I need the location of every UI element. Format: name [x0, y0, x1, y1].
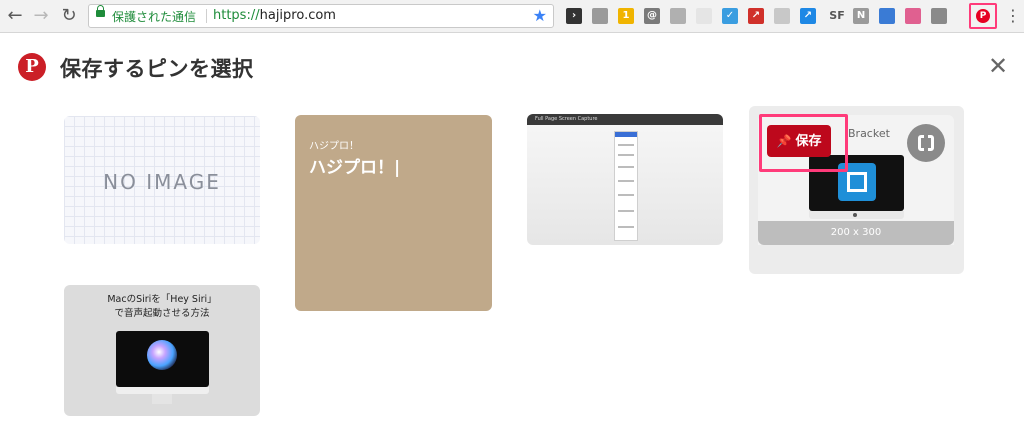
badge-ext-icon[interactable]: 1 — [618, 8, 634, 24]
pushpin-icon: 📌 — [776, 134, 792, 148]
page-line — [618, 180, 634, 182]
capture-title-bar: Full Page Screen Capture — [527, 114, 723, 125]
sf-ext-icon[interactable]: SF — [826, 8, 848, 24]
hajipro-big-text: ハジプロ！| — [309, 158, 401, 178]
share-ext-icon[interactable]: ↗ — [800, 8, 816, 24]
back-arrow-icon[interactable]: ← — [4, 5, 26, 27]
url-text[interactable]: https://hajipro.com — [213, 8, 336, 23]
check-ext-icon[interactable]: ✓ — [722, 8, 738, 24]
tag-ext-icon[interactable] — [879, 8, 895, 24]
no-image-label: NO IMAGE — [103, 170, 221, 194]
page-line — [618, 166, 634, 168]
page-line — [618, 144, 634, 146]
address-bar[interactable]: 保護された通信 https://hajipro.com ★ — [88, 4, 554, 28]
lock-icon — [96, 5, 105, 17]
page-line — [618, 194, 634, 196]
page-line — [618, 226, 634, 228]
browser-toolbar: ← → ↻ 保護された通信 https://hajipro.com ★ › 1 @ ✓… — [0, 0, 1024, 33]
pin-card-siri[interactable]: MacのSiriを「Hey Siri」 で音声起動させる方法 — [64, 285, 260, 416]
camera-ext-icon[interactable] — [931, 8, 947, 24]
pinterest-extension-highlight — [969, 3, 997, 29]
page-line — [618, 210, 634, 212]
pinterest-extension-icon[interactable] — [976, 9, 990, 23]
capture-title: Full Page Screen Capture — [535, 116, 598, 122]
arrow-ext-icon[interactable]: ↗ — [748, 8, 764, 24]
bracket-label: Bracket — [848, 127, 890, 140]
chat-ext-icon[interactable] — [774, 8, 790, 24]
bookmark-star-icon[interactable]: ★ — [533, 6, 547, 25]
omnibox-divider — [206, 9, 207, 23]
imac-stand — [152, 394, 172, 404]
security-label: 保護された通信 — [112, 10, 197, 24]
reload-icon[interactable]: ↻ — [58, 5, 80, 27]
url-host: hajipro.com — [259, 8, 336, 23]
pin-card-hajipro[interactable]: ハジプロ！ ハジプロ！| — [295, 115, 492, 311]
save-button-label: 保存 — [795, 134, 822, 149]
pin-card-no-image[interactable]: NO IMAGE — [64, 116, 260, 244]
close-icon[interactable]: ✕ — [986, 52, 1010, 80]
n-ext-icon[interactable]: N — [853, 8, 869, 24]
at-ext-icon[interactable]: @ — [644, 8, 660, 24]
browser-menu-icon[interactable]: ⋮ — [1005, 6, 1021, 26]
image-dimensions: 200 x 300 — [830, 227, 882, 238]
siri-orb-icon — [147, 340, 177, 370]
blank-ext-icon[interactable] — [696, 8, 712, 24]
pen-ext-icon[interactable] — [905, 8, 921, 24]
dark-ext-icon[interactable]: › — [566, 8, 582, 24]
modal-title: 保存するピンを選択 — [60, 57, 254, 81]
pin-card-screen-capture[interactable]: Full Page Screen Capture — [527, 114, 723, 245]
image-size-bar: 200 x 300 — [758, 221, 954, 245]
capture-page-thumbnail — [614, 131, 638, 241]
pinterest-logo-icon — [18, 53, 46, 81]
puzzle-ext-icon[interactable] — [670, 8, 686, 24]
url-scheme: https:// — [213, 8, 260, 23]
monitor-camera-dot — [853, 213, 857, 217]
page-line — [618, 154, 634, 156]
siri-title: MacのSiriを「Hey Siri」 で音声起動させる方法 — [107, 294, 217, 319]
hajipro-small-text: ハジプロ！ — [309, 141, 359, 152]
shelf-ext-icon[interactable] — [592, 8, 608, 24]
save-button[interactable]: 📌 保存 — [767, 125, 831, 157]
forward-arrow-icon[interactable]: → — [30, 5, 52, 27]
imac-chin — [116, 387, 209, 394]
visual-search-icon[interactable] — [907, 124, 945, 162]
